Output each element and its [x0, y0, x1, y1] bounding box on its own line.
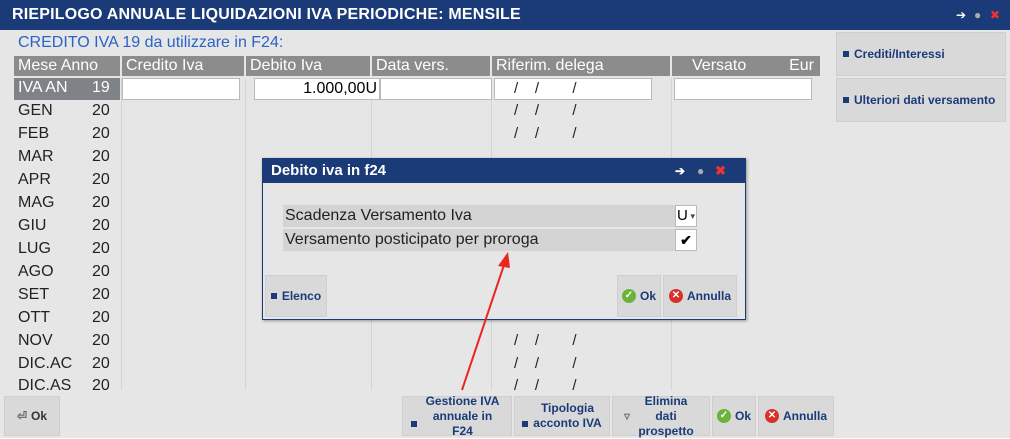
annotation-arrow: [461, 252, 510, 391]
arrow-head: [498, 252, 510, 268]
main-window: RIEPILOGO ANNUALE LIQUIDAZIONI IVA PERIO…: [0, 0, 1010, 438]
arrow-shaft: [461, 261, 506, 391]
